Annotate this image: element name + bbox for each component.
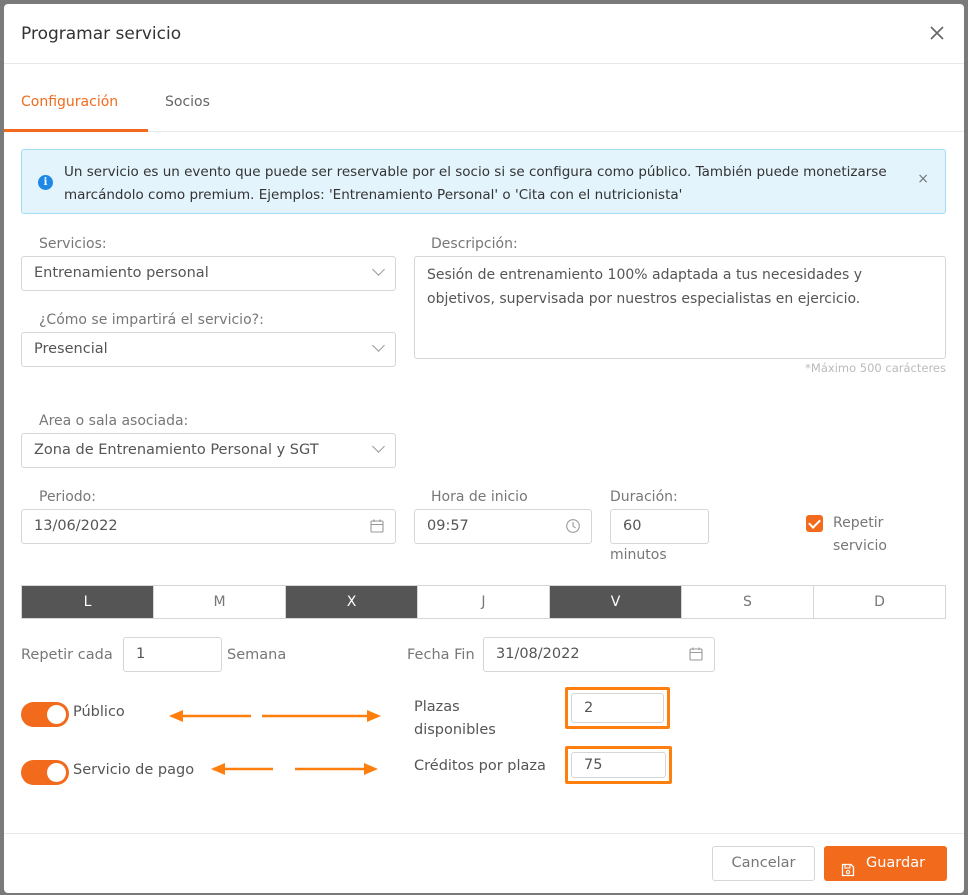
day-v[interactable]: V (549, 586, 681, 618)
repetir-label-2: servicio (833, 538, 887, 554)
imparte-select[interactable]: Presencial (21, 332, 396, 367)
clock-icon[interactable] (565, 518, 581, 534)
day-l[interactable]: L (22, 586, 153, 618)
descripcion-hint: *Máximo 500 carácteres (805, 361, 946, 375)
arrow-icon (169, 710, 381, 722)
chevron-down-icon (372, 339, 385, 352)
tab-configuracion[interactable]: Configuración (21, 94, 118, 110)
weekday-selector: L M X J V S D (21, 585, 946, 619)
dialog-title: Programar servicio (21, 24, 182, 44)
repetir-cada-input[interactable]: 1 (123, 637, 222, 672)
day-x[interactable]: X (285, 586, 417, 618)
repetir-label-1: Repetir (833, 515, 884, 531)
active-tab-indicator (4, 129, 148, 132)
hora-value: 09:57 (427, 518, 469, 534)
day-s[interactable]: S (681, 586, 813, 618)
imparte-value: Presencial (34, 341, 108, 357)
calendar-icon[interactable] (369, 518, 385, 534)
creditos-label: Créditos por plaza (414, 758, 546, 774)
publico-toggle[interactable] (21, 702, 69, 727)
save-icon (841, 856, 855, 877)
hora-input[interactable]: 09:57 (414, 509, 592, 544)
save-button[interactable]: Guardar (824, 846, 947, 881)
area-select[interactable]: Zona de Entrenamiento Personal y SGT (21, 433, 396, 468)
tab-socios[interactable]: Socios (165, 94, 210, 110)
info-icon: i (38, 175, 53, 190)
duracion-input[interactable]: 60 (610, 509, 709, 544)
pago-toggle[interactable] (21, 760, 69, 785)
area-value: Zona de Entrenamiento Personal y SGT (34, 442, 319, 458)
save-label: Guardar (866, 855, 926, 871)
day-m[interactable]: M (153, 586, 285, 618)
servicios-select[interactable]: Entrenamiento personal (21, 256, 396, 291)
publico-label: Público (73, 704, 125, 720)
chevron-down-icon (372, 440, 385, 453)
periodo-label: Periodo: (39, 489, 96, 505)
duracion-label: Duración: (610, 489, 678, 505)
plazas-input[interactable]: 2 (571, 693, 664, 723)
repetir-checkbox[interactable] (806, 515, 823, 532)
chevron-down-icon (372, 263, 385, 276)
plazas-label-2: disponibles (414, 722, 496, 738)
fecha-fin-label: Fecha Fin (407, 647, 475, 663)
close-icon[interactable] (922, 18, 952, 48)
info-alert: i Un servicio es un evento que puede ser… (21, 149, 946, 214)
duracion-unit: minutos (610, 547, 667, 563)
imparte-label: ¿Cómo se impartirá el servicio?: (39, 312, 264, 328)
descripcion-label: Descripción: (431, 236, 518, 252)
modal-dialog: Programar servicio Configuración Socios … (4, 4, 964, 893)
hora-label: Hora de inicio (431, 489, 528, 505)
cancel-button[interactable]: Cancelar (712, 846, 815, 881)
info-text: Un servicio es un evento que puede ser r… (64, 164, 887, 203)
plazas-label-1: Plazas (414, 699, 460, 715)
periodo-value: 13/06/2022 (34, 518, 118, 534)
arrow-icon (211, 763, 378, 775)
servicios-label: Servicios: (39, 236, 107, 252)
repetir-cada-label: Repetir cada (21, 647, 113, 663)
tab-bar: Configuración Socios (4, 64, 964, 132)
fecha-fin-input[interactable]: 31/08/2022 (483, 637, 715, 672)
fecha-fin-value: 31/08/2022 (496, 646, 580, 662)
day-d[interactable]: D (813, 586, 945, 618)
area-label: Area o sala asociada: (39, 413, 189, 429)
pago-label: Servicio de pago (73, 762, 195, 778)
servicios-value: Entrenamiento personal (34, 265, 209, 281)
dialog-footer: Cancelar Guardar (4, 833, 964, 893)
calendar-icon[interactable] (688, 646, 704, 662)
repetir-cada-unit: Semana (227, 647, 287, 663)
periodo-input[interactable]: 13/06/2022 (21, 509, 396, 544)
day-j[interactable]: J (417, 586, 549, 618)
alert-close-icon[interactable]: × (917, 171, 929, 187)
creditos-input[interactable]: 75 (571, 752, 666, 778)
dialog-header: Programar servicio (4, 4, 964, 64)
descripcion-textarea[interactable]: Sesión de entrenamiento 100% adaptada a … (414, 256, 946, 359)
